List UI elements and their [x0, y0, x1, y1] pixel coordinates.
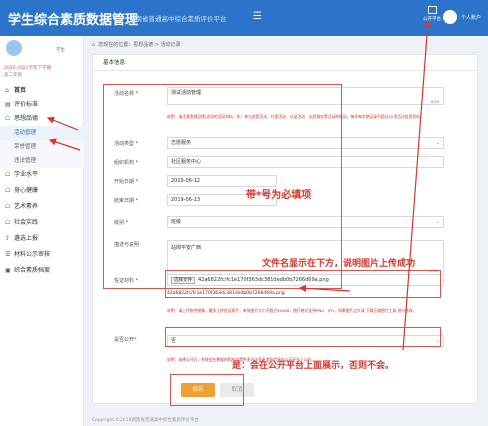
- upload-note: 文件名显示在下方，说明图片上传成功: [262, 259, 416, 269]
- sidebar-subitem-honor[interactable]: 荣誉管理: [0, 140, 84, 154]
- app-title: 学生综合素质数据管理: [8, 13, 139, 28]
- sidebar-item-arts[interactable]: ☖ 艺术素养: [0, 200, 84, 214]
- sidebar-item-home[interactable]: ⌂ 首页: [0, 84, 84, 98]
- public-platform-button[interactable]: 公开平台: [420, 6, 444, 22]
- home-icon: ⌂: [92, 42, 96, 48]
- menu-icon[interactable]: ☰: [253, 11, 262, 22]
- sidebar-item-archive[interactable]: ▣ 综合素质档案: [0, 264, 84, 278]
- user-menu-label[interactable]: 个人账户: [461, 14, 481, 21]
- sidebar-item-review[interactable]: ☰ 材料公示审核: [0, 248, 84, 262]
- graduation-icon: ☖: [5, 219, 11, 226]
- sidebar-subitem-violation[interactable]: 违法管理: [0, 154, 84, 168]
- graduation-icon: ☖: [5, 115, 11, 122]
- evidence-highlight: [165, 270, 441, 298]
- chevron-down-icon: ⌄: [435, 219, 440, 225]
- sidebar: 学生 2020-2021学年下学期 高二年级 ⌂ 首页 ▤ 评价标准 ☖ 思想品德 活…: [0, 36, 84, 426]
- student-role: 学生: [56, 48, 65, 53]
- list-icon: ☰: [5, 251, 11, 258]
- sidebar-item-moral[interactable]: ☖ 思想品德: [0, 112, 84, 126]
- save-highlight: [170, 374, 244, 406]
- section-title: 基本信息: [93, 55, 477, 71]
- sidebar-item-social[interactable]: ☖ 社会实践: [0, 216, 84, 230]
- app-subtitle: 湖南省普通高中综合素质评价平台: [129, 15, 227, 23]
- upload-icon: ⇪: [5, 235, 11, 242]
- public-note: 是：会在公开平台上面展示，否则不会。: [232, 361, 395, 371]
- graduation-icon: ☖: [5, 171, 11, 178]
- sidebar-item-health[interactable]: ☖ 身心健康: [0, 184, 84, 198]
- user-avatar[interactable]: [443, 10, 457, 24]
- student-avatar: [6, 40, 22, 56]
- required-note: 带*号为必填项: [246, 190, 312, 201]
- is-public-label: 是否公开*: [114, 337, 137, 343]
- sidebar-subitem-activity[interactable]: 活动管理: [0, 126, 84, 140]
- book-icon: ▤: [5, 101, 11, 108]
- sidebar-item-submit[interactable]: ⇪ 遴选上报: [0, 232, 84, 246]
- graduation-icon: ☖: [5, 203, 11, 210]
- footer-copyright: Copyright ©2019湖南省普通高中综合素质评价平台: [92, 418, 199, 423]
- evidence-hint: 说明：请上传附件图像，最多上传佐证照片，单张图片大小不超过500KB，图片格式支…: [167, 308, 417, 313]
- chevron-down-icon: ⌄: [435, 140, 440, 146]
- activity-name-counter: 6/50: [431, 100, 439, 104]
- semester-label: 2020-2021学年下学期: [4, 66, 52, 71]
- sidebar-item-academic[interactable]: ☖ 学业水平: [0, 168, 84, 182]
- public-platform-label: 公开平台: [423, 17, 441, 22]
- monitor-icon: [427, 6, 437, 14]
- top-header: 学生综合素质数据管理 湖南省普通高中综合素质评价平台 ☰ 公开平台 个人账户: [0, 0, 488, 36]
- graduation-icon: ☖: [5, 187, 11, 194]
- archive-icon: ▣: [5, 267, 11, 274]
- sidebar-item-standards[interactable]: ▤ 评价标准: [0, 98, 84, 112]
- home-icon: ⌂: [5, 87, 9, 94]
- breadcrumb: ⌂ 您现在的位置：思想品德 > 活动记录: [92, 42, 181, 48]
- grade-label: 高二年级: [4, 73, 22, 78]
- is-public-highlight: [165, 327, 441, 347]
